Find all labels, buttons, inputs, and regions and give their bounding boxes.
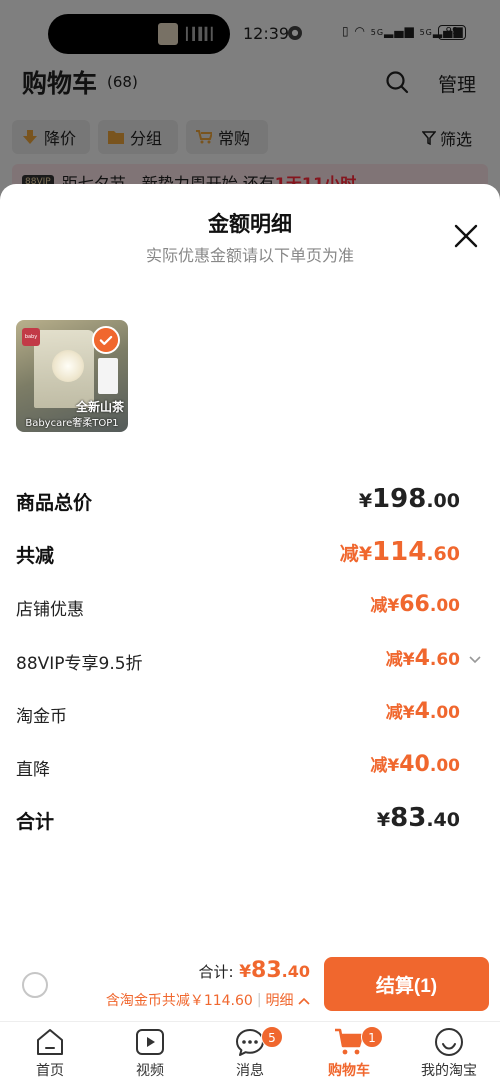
detail-label: 明细 [265, 993, 294, 1009]
separator: | [256, 992, 262, 1008]
brand-logo: baby [22, 328, 40, 346]
row-vip-discount[interactable]: 88VIP专享9.5折 减¥4.60 [16, 645, 484, 679]
row-total-discount: 共减 减¥114.60 [16, 537, 484, 571]
row-value: 减¥114.60 [340, 537, 460, 567]
value-int: 114 [372, 537, 427, 567]
value-dec: .00 [429, 703, 460, 723]
value-int: 4 [414, 699, 430, 724]
unread-badge: 5 [261, 1026, 283, 1048]
modal-overlay[interactable] [0, 0, 500, 210]
home-icon [37, 1029, 63, 1055]
tab-home[interactable]: 首页 [10, 1026, 90, 1080]
value-int: 83 [390, 803, 427, 833]
product-caption-2: Babycare奢柔TOP1 [25, 418, 119, 429]
total-yen: ¥ [239, 962, 252, 982]
bottom-tab-bar: 首页 视频 消息 5 购物车 1 我的淘宝 [0, 1021, 500, 1085]
total-int: 83 [251, 958, 282, 983]
row-label: 共减 [16, 545, 55, 567]
value-dec: .00 [429, 596, 460, 616]
tab-my-taobao[interactable]: 我的淘宝 [409, 1026, 489, 1080]
checkout-button[interactable]: 结算(1) [324, 957, 489, 1011]
row-value: 减¥4.60 [386, 645, 460, 671]
select-all-checkbox[interactable] [22, 972, 48, 998]
cart-badge: 1 [361, 1026, 383, 1048]
yen-sign: ¥ [387, 596, 400, 616]
smile-face-icon [435, 1028, 463, 1056]
yen-sign: ¥ [402, 650, 415, 670]
detail-toggle[interactable]: 明细 [266, 990, 310, 1010]
value-dec: .60 [429, 650, 460, 670]
value-dec: .40 [426, 809, 460, 831]
row-label: 店铺优惠 [16, 600, 84, 620]
row-value: 减¥40.00 [370, 751, 460, 777]
tab-label: 购物车 [328, 1063, 370, 1079]
tab-label: 消息 [236, 1063, 264, 1079]
sheet-title: 金额明细 [208, 212, 292, 236]
yen-sign: ¥ [387, 756, 400, 776]
chevron-down-icon[interactable] [468, 655, 482, 665]
row-label: 88VIP专享9.5折 [16, 654, 143, 674]
tab-label: 首页 [36, 1063, 64, 1079]
value-int: 66 [399, 592, 430, 617]
row-label: 淘金币 [16, 707, 67, 727]
yen-sign: ¥ [402, 703, 415, 723]
product-thumbnail[interactable]: baby 全新山茶 Babycare奢柔TOP1 [16, 320, 128, 432]
message-icon [236, 1029, 264, 1056]
tab-label: 视频 [136, 1063, 164, 1079]
row-label: 直降 [16, 760, 50, 780]
cart-icon [335, 1028, 364, 1055]
value-dec: .00 [429, 756, 460, 776]
value-dec: .60 [426, 543, 460, 565]
total-dec: .40 [281, 962, 310, 981]
minus-prefix: 减 [385, 650, 403, 670]
minus-prefix: 减 [339, 543, 359, 565]
product-flower-graphic [52, 350, 84, 382]
minus-prefix: 减 [370, 596, 388, 616]
row-grand-total: 合计 ¥83.40 [16, 803, 484, 837]
checkout-total: 合计: ¥83.40 [199, 958, 310, 983]
row-value: ¥198.00 [359, 484, 460, 514]
coin-discount-line: 含淘金币共减￥114.60 | 明细 [106, 990, 310, 1010]
video-icon [136, 1029, 164, 1055]
minus-prefix: 减 [385, 703, 403, 723]
tab-video[interactable]: 视频 [110, 1026, 190, 1080]
close-icon[interactable] [452, 222, 480, 250]
row-label: 商品总价 [16, 492, 93, 514]
row-label: 合计 [16, 811, 55, 833]
total-label: 合计: [198, 963, 234, 981]
product-box-graphic [98, 358, 118, 394]
value-int: 198 [372, 484, 427, 514]
row-value: ¥83.40 [377, 803, 460, 833]
yen-sign: ¥ [358, 490, 373, 512]
row-value: 减¥66.00 [370, 591, 460, 617]
sheet-subtitle: 实际优惠金额请以下单页为准 [145, 246, 354, 265]
product-caption-1: 全新山茶 [75, 400, 124, 414]
yen-sign: ¥ [358, 543, 373, 565]
tab-label: 我的淘宝 [421, 1063, 477, 1079]
minus-prefix: 减 [370, 756, 388, 776]
row-value: 减¥4.00 [386, 698, 460, 724]
tab-cart[interactable]: 购物车 1 [309, 1026, 389, 1080]
row-store-discount: 店铺优惠 减¥66.00 [16, 591, 484, 625]
checkout-bar: 合计: ¥83.40 含淘金币共减￥114.60 | 明细 结算(1) [0, 948, 500, 1023]
chevron-up-icon [298, 997, 310, 1005]
row-direct-discount: 直降 减¥40.00 [16, 751, 484, 785]
yen-sign: ¥ [376, 809, 391, 831]
value-int: 4 [414, 646, 430, 671]
row-goods-total: 商品总价 ¥198.00 [16, 484, 484, 518]
row-taojinbi: 淘金币 减¥4.00 [16, 698, 484, 732]
tab-messages[interactable]: 消息 5 [210, 1026, 290, 1080]
value-int: 40 [399, 752, 430, 777]
value-dec: .00 [426, 490, 460, 512]
checkmark-icon [92, 326, 120, 354]
coin-discount-text: 含淘金币共减￥114.60 [105, 993, 253, 1009]
